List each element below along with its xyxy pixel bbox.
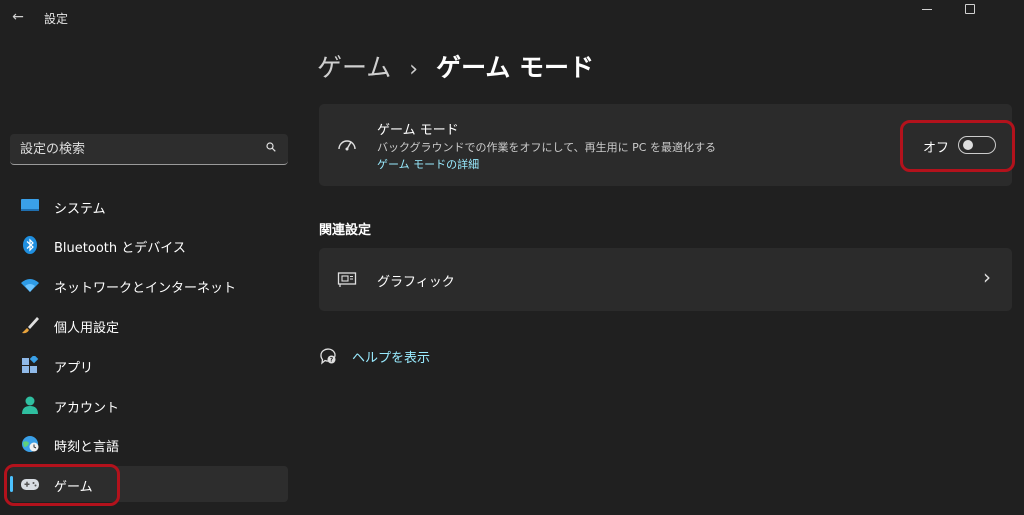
selection-indicator — [10, 476, 13, 492]
page-title: ゲーム モード — [436, 53, 595, 82]
sidebar-item-label: ネットワークとインターネット — [54, 281, 237, 296]
sidebar-item-apps[interactable]: アプリ — [10, 347, 288, 383]
maximize-button[interactable] — [960, 0, 980, 18]
maximize-icon — [965, 4, 975, 14]
sidebar-item-label: アカウント — [54, 401, 120, 416]
game-mode-description: バックグラウンドでの作業をオフにして、再生用に PC を最適化する — [377, 141, 716, 154]
search-box — [10, 134, 288, 165]
chevron-right-icon: › — [983, 265, 991, 289]
sidebar-item-accounts[interactable]: アカウント — [10, 387, 288, 423]
sidebar-item-label: 個人用設定 — [54, 321, 120, 336]
search-input[interactable] — [20, 139, 250, 159]
sidebar-item-system[interactable]: システム — [10, 188, 288, 224]
graphics-card-icon — [337, 272, 357, 287]
bluetooth-icon — [23, 236, 37, 254]
related-settings-heading: 関連設定 — [319, 223, 372, 238]
toggle-knob — [963, 140, 973, 150]
system-display-icon — [21, 199, 39, 211]
svg-text:?: ? — [330, 357, 334, 364]
app-title: 設定 — [44, 12, 69, 26]
globe-clock-icon — [22, 436, 39, 452]
breadcrumb-separator-icon: › — [409, 57, 419, 82]
paintbrush-icon — [22, 317, 39, 334]
account-icon — [22, 396, 38, 414]
graphics-settings-card[interactable]: グラフィック › — [319, 248, 1012, 311]
gamepad-icon — [21, 479, 39, 490]
sidebar-item-label: アプリ — [54, 361, 94, 376]
sidebar-item-personalization[interactable]: 個人用設定 — [10, 307, 288, 343]
sidebar-item-label: 時刻と言語 — [54, 440, 120, 455]
graphics-label: グラフィック — [377, 275, 455, 290]
sidebar-item-bluetooth[interactable]: Bluetooth とデバイス — [10, 227, 288, 263]
search-icon[interactable] — [266, 142, 276, 152]
breadcrumb: ゲーム › ゲーム モード — [317, 48, 594, 84]
game-mode-title: ゲーム モード — [377, 123, 459, 138]
apps-icon — [22, 356, 39, 373]
game-mode-toggle[interactable] — [958, 136, 996, 154]
help-icon[interactable]: ? — [319, 347, 337, 365]
game-mode-gauge-icon — [338, 140, 356, 151]
sidebar-item-time-language[interactable]: 時刻と言語 — [10, 426, 288, 462]
minimize-icon — [922, 9, 932, 10]
minimize-button[interactable] — [917, 0, 937, 18]
sidebar-item-label: Bluetooth とデバイス — [54, 241, 186, 256]
sidebar-item-label: システム — [54, 202, 106, 217]
title-bar: ← 設定 — [0, 0, 1024, 34]
breadcrumb-parent[interactable]: ゲーム — [317, 53, 391, 82]
sidebar-item-network[interactable]: ネットワークとインターネット — [10, 267, 288, 303]
game-mode-learn-more-link[interactable]: ゲーム モードの詳細 — [377, 156, 479, 172]
back-arrow-icon[interactable]: ← — [8, 7, 28, 27]
get-help-link[interactable]: ヘルプを表示 — [352, 347, 430, 366]
wifi-icon — [21, 279, 39, 292]
sidebar-item-gaming[interactable]: ゲーム — [10, 466, 288, 502]
sidebar-item-label: ゲーム — [54, 480, 93, 495]
toggle-state-label: オフ — [923, 141, 950, 156]
game-mode-card: ゲーム モード バックグラウンドでの作業をオフにして、再生用に PC を最適化す… — [319, 104, 1012, 186]
